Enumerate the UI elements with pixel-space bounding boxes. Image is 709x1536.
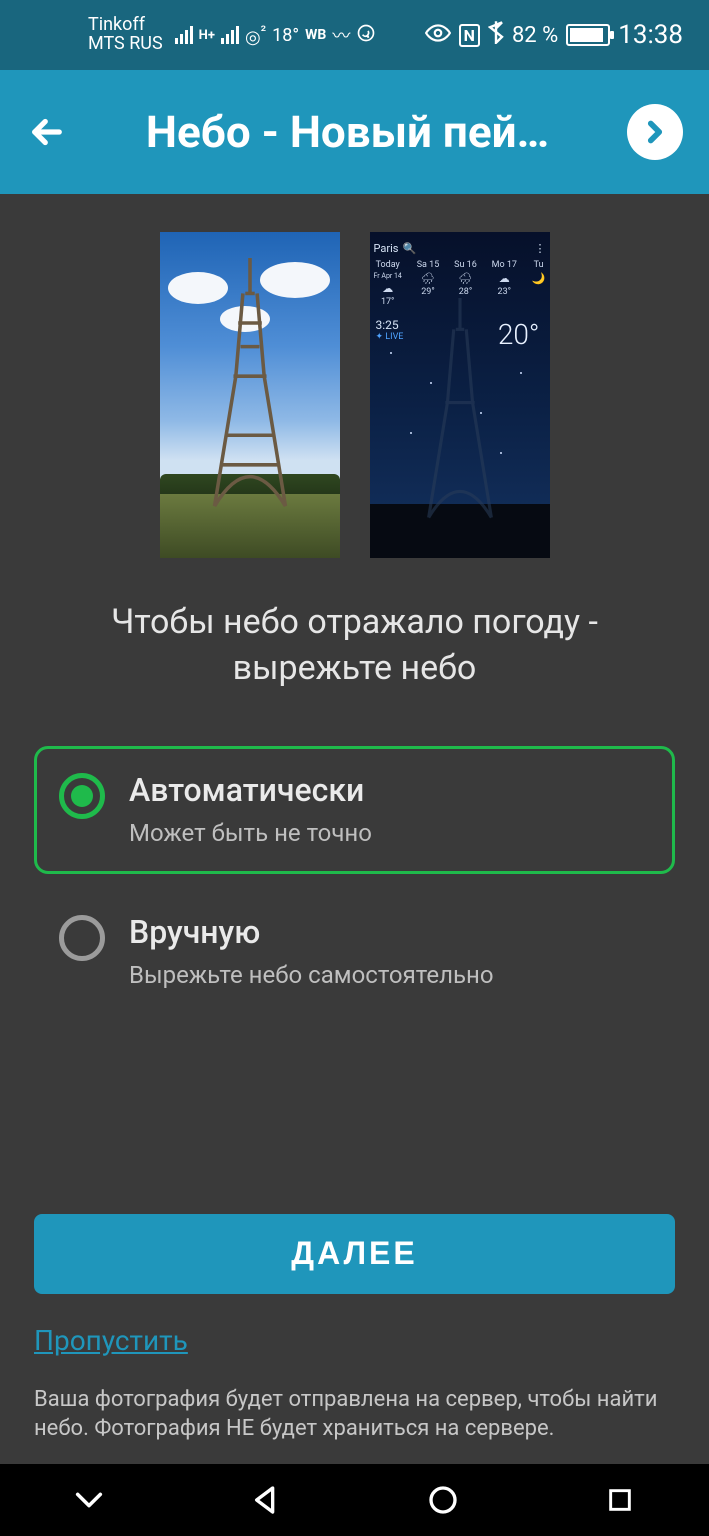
- nav-home[interactable]: [423, 1480, 463, 1520]
- page-title: Небо - Новый пей…: [68, 106, 627, 158]
- battery-icon: [566, 24, 610, 46]
- clock: 13:38: [618, 20, 683, 50]
- option-title: Автоматически: [129, 771, 372, 809]
- option-subtitle: Вырежьте небо самостоятельно: [129, 961, 494, 989]
- back-button[interactable]: [26, 111, 68, 153]
- forecast-row: TodayFr Apr 14☁17° Sa 15🌧29° Su 16🌧28° M…: [374, 260, 546, 307]
- nav-hide-keyboard[interactable]: [69, 1480, 109, 1520]
- bluetooth-icon: [488, 20, 504, 50]
- radio-unselected-icon: [59, 915, 105, 961]
- search-icon: 🔍: [402, 242, 416, 255]
- preview-live-badge: ✦ LIVE: [376, 332, 404, 343]
- skip-link[interactable]: Пропустить: [34, 1324, 188, 1357]
- hplus-icon: H+: [199, 28, 215, 43]
- option-automatic[interactable]: Автоматически Может быть не точно: [34, 746, 675, 874]
- option-title: Вручную: [129, 913, 494, 951]
- radio-selected-icon: [59, 773, 105, 819]
- preview-now-temp: 20°: [498, 318, 540, 351]
- option-subtitle: Может быть не точно: [129, 819, 372, 847]
- option-manual[interactable]: Вручную Вырежьте небо самостоятельно: [34, 888, 675, 1016]
- eye-icon: [425, 23, 451, 48]
- signal-icon-2: [221, 26, 239, 44]
- instruction-text: Чтобы небо отражало погоду - вырежьте не…: [34, 600, 675, 692]
- preview-night: Paris 🔍 ⋮ TodayFr Apr 14☁17° Sa 15🌧29° S…: [370, 232, 550, 558]
- carrier-2: MTS RUS: [88, 35, 163, 54]
- next-button[interactable]: ДАЛЕЕ: [34, 1214, 675, 1294]
- preview-city: Paris: [374, 242, 399, 255]
- outdoor-temp: 18°: [272, 25, 299, 46]
- nav-back[interactable]: [246, 1480, 286, 1520]
- system-nav-bar: [0, 1464, 709, 1536]
- air-icon: ◎²: [245, 22, 266, 48]
- signal-icon: [175, 26, 193, 44]
- app-bar: Небо - Новый пей…: [0, 70, 709, 194]
- menu-icon: ⋮: [535, 242, 546, 255]
- nfc-icon: N: [459, 24, 480, 47]
- privacy-footnote: Ваша фотография будет отправлена на серв…: [34, 1385, 675, 1464]
- status-bar: Tinkoff MTS RUS H+ ◎² 18° WB 〰 N 82 %: [0, 0, 709, 70]
- battery-pct: 82 %: [512, 23, 558, 48]
- forward-button[interactable]: [627, 104, 683, 160]
- whatsapp-icon: [356, 23, 376, 48]
- nav-recent[interactable]: [600, 1480, 640, 1520]
- next-button-label: ДАЛЕЕ: [291, 1235, 417, 1272]
- preview-thumbnails: Paris 🔍 ⋮ TodayFr Apr 14☁17° Sa 15🌧29° S…: [34, 232, 675, 558]
- wave-icon: 〰: [332, 22, 350, 48]
- eiffel-tower-icon: [190, 258, 310, 518]
- wb-label: WB: [305, 27, 326, 43]
- preview-day: [160, 232, 340, 558]
- preview-now-time: 3:25: [376, 318, 404, 332]
